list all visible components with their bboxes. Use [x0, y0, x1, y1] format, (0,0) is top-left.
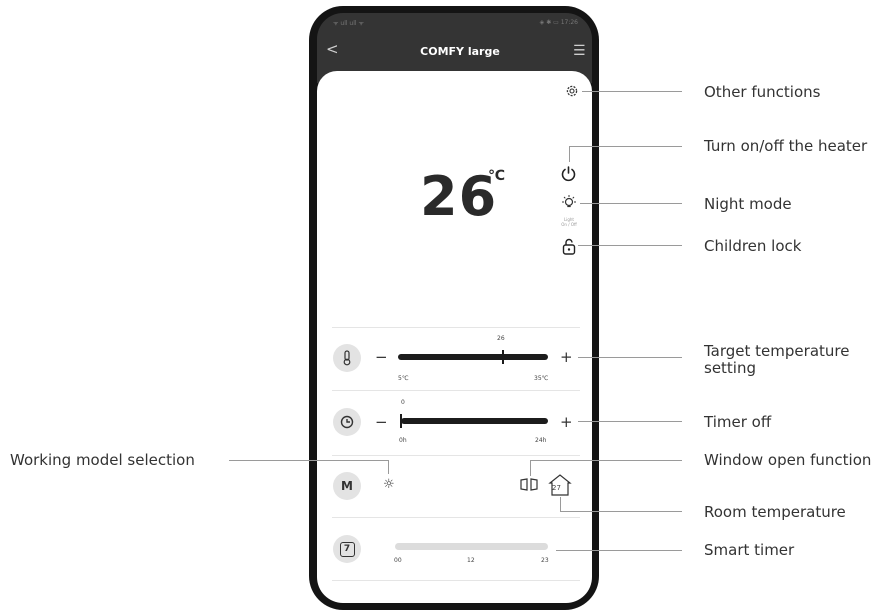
callout-timer-off: Timer off [704, 413, 772, 431]
divider [332, 580, 580, 581]
target-minus-button[interactable]: − [375, 350, 388, 365]
callout-window-open: Window open function [704, 451, 872, 469]
room-temperature-value: 27 [552, 484, 561, 492]
window-icon[interactable] [520, 478, 538, 491]
status-left: ᯤ ull ull ᯤ [333, 20, 364, 27]
divider [332, 327, 580, 328]
leader-line [556, 550, 682, 551]
timer-slider-handle[interactable] [400, 414, 402, 428]
divider [332, 390, 580, 391]
leader-line [560, 497, 561, 511]
temperature-unit: ℃ [488, 168, 505, 184]
leader-line [229, 460, 388, 461]
mode-badge[interactable]: M [333, 472, 361, 500]
target-temperature-slider[interactable] [398, 354, 548, 360]
leader-line [569, 146, 570, 162]
smart-timer-bar[interactable] [395, 543, 548, 550]
divider [332, 517, 580, 518]
leader-line [569, 146, 682, 147]
target-slider-handle[interactable] [502, 350, 504, 364]
sun-icon[interactable]: ☼ [383, 478, 395, 492]
leader-line [530, 460, 531, 476]
smart-timer-tick: 12 [467, 557, 475, 564]
smart-timer-tick: 00 [394, 557, 402, 564]
timer-value-label: 0 [401, 399, 405, 406]
clock-icon [333, 408, 361, 436]
thermometer-icon [333, 344, 361, 372]
timer-min-label: 0h [399, 437, 407, 444]
leader-line [582, 91, 682, 92]
timer-minus-button[interactable]: − [375, 415, 388, 430]
app-title: COMFY large [420, 45, 500, 58]
timer-plus-button[interactable]: + [560, 415, 573, 430]
leader-line [578, 421, 682, 422]
target-max-label: 35℃ [534, 375, 549, 382]
back-chevron-icon[interactable]: < [326, 40, 339, 58]
leader-line [560, 511, 682, 512]
lock-icon[interactable] [562, 238, 576, 255]
current-temperature: 26 [420, 165, 498, 228]
target-min-label: 5℃ [398, 375, 409, 382]
power-icon[interactable] [560, 165, 577, 182]
gear-icon[interactable] [565, 84, 579, 98]
leader-line [580, 203, 682, 204]
status-bar: ᯤ ull ull ᯤ ◈ ✱ ▭ 17:26 [333, 19, 578, 27]
smart-timer-tick: 23 [541, 557, 549, 564]
status-right: ◈ ✱ ▭ 17:26 [539, 19, 578, 26]
bulb-icon[interactable] [561, 194, 577, 212]
callout-target-temperature: Target temperature setting [704, 342, 850, 377]
main-panel [317, 71, 592, 603]
divider [332, 455, 580, 456]
leader-line [530, 460, 682, 461]
leader-line [578, 357, 682, 358]
target-value-label: 26 [497, 335, 505, 342]
smart-timer-icon[interactable]: 7 [333, 535, 361, 563]
leader-line [388, 460, 389, 474]
timer-slider[interactable] [401, 418, 548, 424]
callout-children-lock: Children lock [704, 237, 802, 255]
callout-room-temperature: Room temperature [704, 503, 846, 521]
menu-icon[interactable]: ☰ [573, 43, 586, 59]
target-plus-button[interactable]: + [560, 350, 573, 365]
callout-other-functions: Other functions [704, 83, 821, 101]
light-caption: Light On / Off [561, 217, 577, 227]
smart-timer-icon-text: 7 [339, 541, 355, 557]
callout-night-mode: Night mode [704, 195, 792, 213]
callout-working-model: Working model selection [10, 451, 195, 469]
callout-power: Turn on/off the heater [704, 137, 868, 155]
leader-line [578, 245, 682, 246]
callout-smart-timer: Smart timer [704, 541, 795, 559]
timer-max-label: 24h [535, 437, 547, 444]
